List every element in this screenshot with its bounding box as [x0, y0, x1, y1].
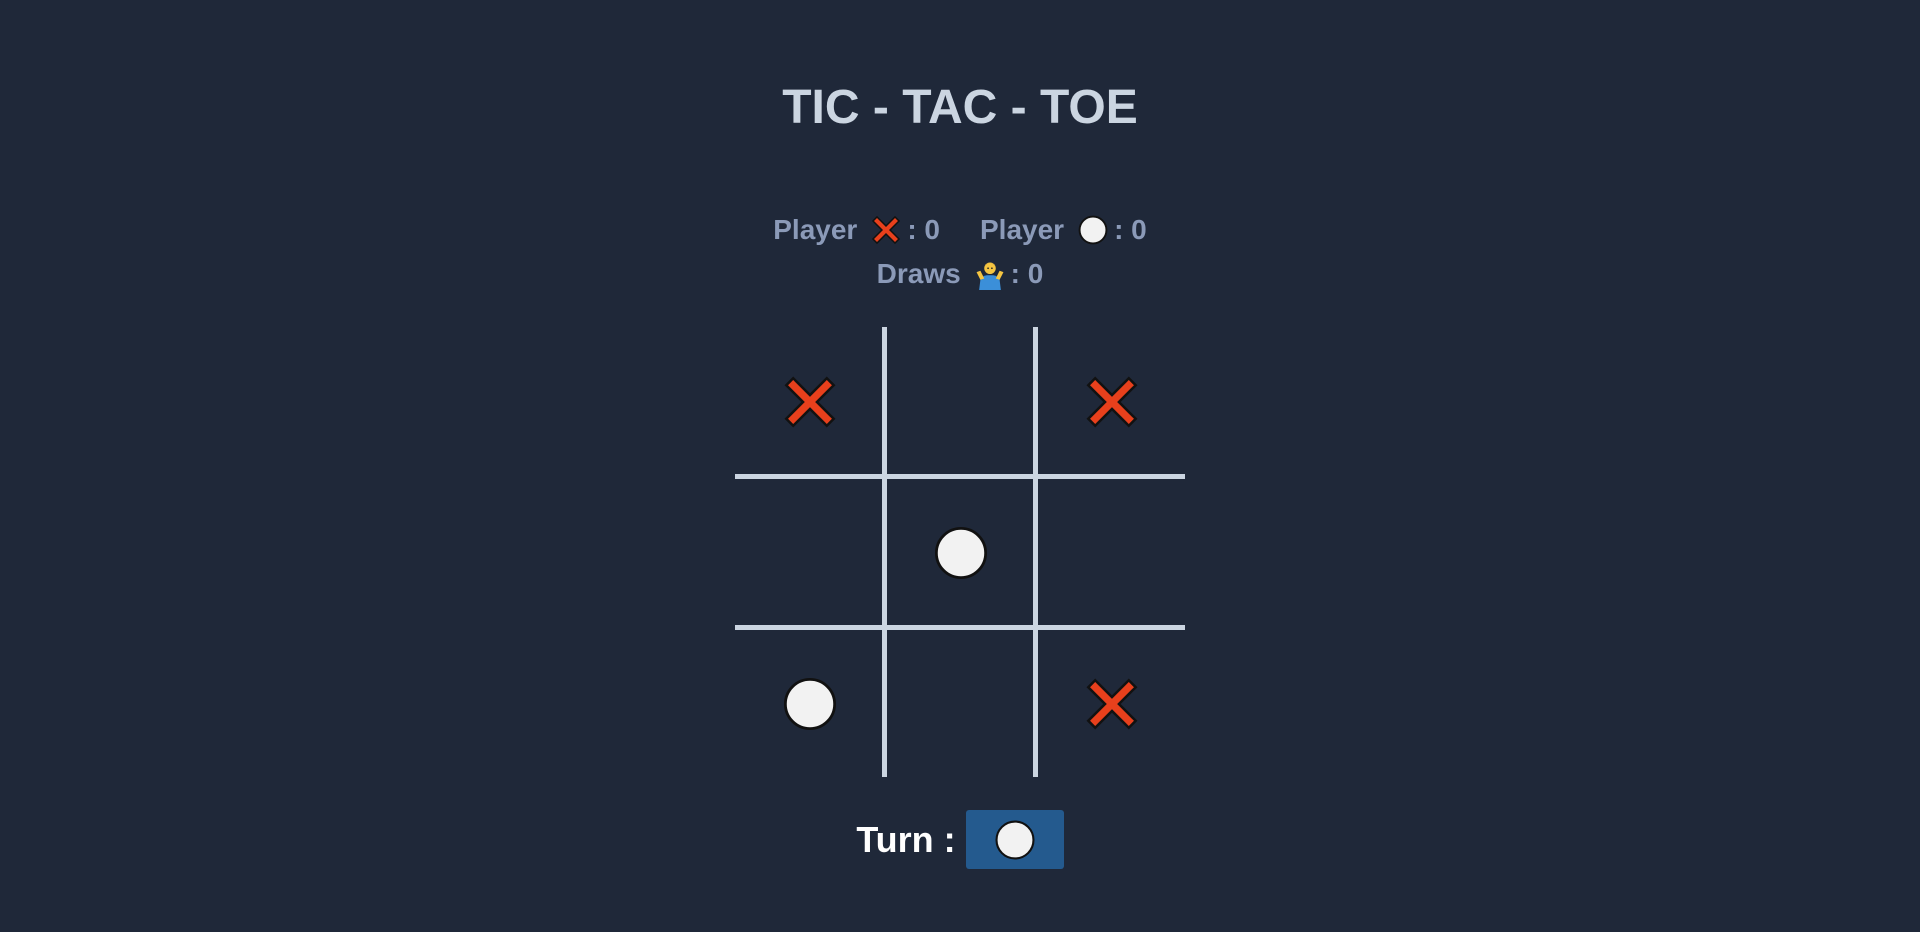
x-mark-icon	[1084, 374, 1140, 430]
score-player-o-label: Player	[980, 214, 1065, 245]
person-shrugging-icon	[973, 257, 1007, 291]
o-mark-icon	[994, 819, 1036, 861]
board-cell-1-3[interactable]	[1037, 327, 1187, 477]
turn-indicator: Turn :	[0, 810, 1920, 869]
board-cell-2-3[interactable]	[1037, 478, 1187, 628]
score-draws: Draws : 0	[876, 257, 1044, 291]
board-cell-2-2[interactable]	[886, 478, 1036, 628]
score-player-o-value: : 0	[1114, 214, 1147, 245]
x-mark-icon	[782, 374, 838, 430]
board-cell-3-3[interactable]	[1037, 629, 1187, 779]
score-player-o: Player : 0	[980, 213, 1147, 247]
x-mark-icon	[1084, 676, 1140, 732]
board-cell-1-1[interactable]	[735, 327, 885, 477]
score-player-x-label: Player	[773, 214, 858, 245]
o-mark-icon	[782, 676, 838, 732]
board-cell-2-1[interactable]	[735, 478, 885, 628]
score-row-players: Player : 0 Player : 0	[0, 208, 1920, 252]
scoreboard: Player : 0 Player : 0 Draws: 0	[0, 208, 1920, 296]
o-mark-icon	[1076, 213, 1110, 247]
page-title: TIC - TAC - TOE	[782, 81, 1138, 134]
x-mark-icon	[869, 213, 903, 247]
turn-label: Turn :	[856, 818, 956, 860]
board-cell-3-2[interactable]	[886, 629, 1036, 779]
score-draws-label: Draws	[876, 258, 961, 289]
game-board	[735, 327, 1185, 777]
game-page: TIC - TAC - TOE Player : 0 Player: 0 Dr…	[0, 0, 1920, 932]
score-row-draws: Draws : 0	[0, 252, 1920, 296]
score-draws-value: : 0	[1010, 258, 1044, 289]
board-cell-1-2[interactable]	[886, 327, 1036, 477]
score-player-x-value: : 0	[907, 214, 940, 245]
current-turn-badge	[965, 810, 1064, 869]
board-cell-3-1[interactable]	[735, 629, 885, 779]
o-mark-icon	[933, 525, 989, 581]
score-player-x: Player : 0	[773, 213, 940, 247]
